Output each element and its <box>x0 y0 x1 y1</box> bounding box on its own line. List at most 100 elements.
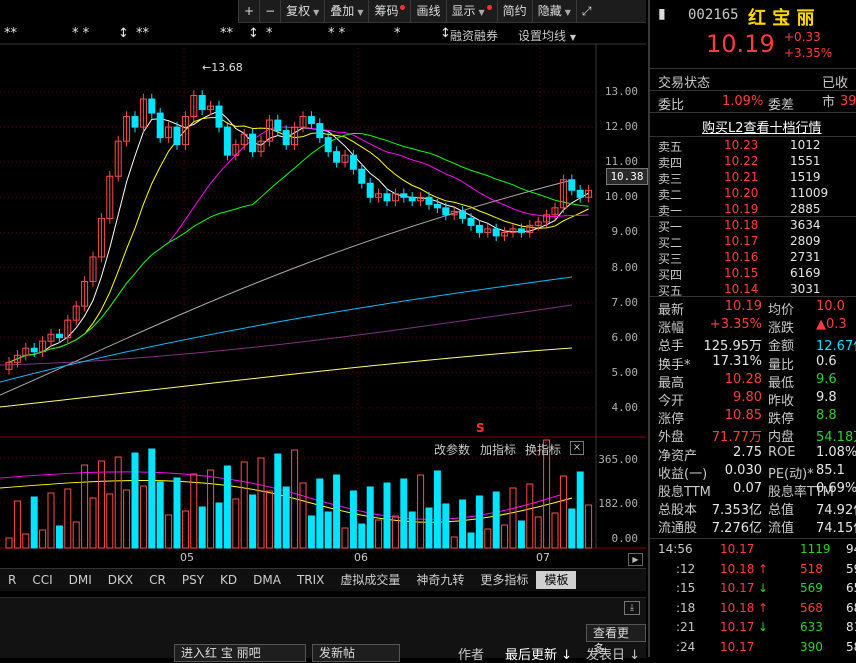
event-marker[interactable]: ** <box>136 26 149 41</box>
event-marker[interactable]: ** <box>4 26 17 41</box>
stats-row: 收益(一) 0.030 PE(动)* 85.1 <box>658 462 856 482</box>
tick-time: 14:56 <box>658 542 693 556</box>
stats-row: 涨停 10.85 跌停 8.8 <box>658 408 856 427</box>
scroll-right-icon[interactable]: ▶ <box>628 553 643 566</box>
event-marker[interactable]: ↕ <box>248 26 259 41</box>
draw-line-button[interactable]: 画线 <box>410 0 445 22</box>
order-book-row[interactable]: 卖四 10.22 1551 <box>658 154 856 171</box>
tick-price: 10.18 <box>720 600 755 615</box>
price-axis-label: 6.00 <box>611 330 639 344</box>
stat-value: 10.28 <box>724 371 762 387</box>
last-update-column[interactable]: 最后更新 ↓ <box>505 644 572 663</box>
level-label: 买一 <box>658 220 683 234</box>
tick-time: :21 <box>676 620 696 634</box>
level-price: 10.15 <box>724 266 759 280</box>
order-book-row[interactable]: 买四 10.15 6169 <box>658 266 856 283</box>
event-marker[interactable]: * * <box>328 26 345 41</box>
stat-label: 总值 <box>768 503 795 519</box>
tick-volume: 568 <box>800 600 823 615</box>
indicator-tab[interactable]: 虚拟成交量 <box>332 569 408 591</box>
indicator-tab[interactable]: DMI <box>61 569 100 591</box>
collapse-icon[interactable]: ⤓ <box>624 601 640 615</box>
weibi-value: 1.09% <box>722 94 764 109</box>
stat-value: 10.19 <box>724 299 762 314</box>
stats-row: 涨幅 +3.35% 涨跌 ▲0.3 <box>658 317 856 336</box>
set-ma-button[interactable]: 设置均线 ▼ <box>518 27 576 44</box>
new-post-button[interactable]: 发新帖 <box>312 644 400 662</box>
indicator-tab[interactable]: CCI <box>24 569 60 591</box>
stat-value: 10.0 <box>816 299 845 314</box>
level-label: 卖三 <box>658 172 683 186</box>
event-marker[interactable]: * <box>266 26 273 41</box>
zoom-out-button[interactable]: − <box>259 0 280 22</box>
post-date-column[interactable]: 发表日 ↓ <box>586 644 640 663</box>
stat-value: 0.6 <box>816 353 837 369</box>
order-book-row[interactable]: 卖五 10.23 1012 <box>658 138 856 155</box>
indicator-tab[interactable]: CR <box>141 569 174 591</box>
buy-l2-link[interactable]: 购买L2查看十档行情 <box>702 117 822 136</box>
stat-label: 内盘 <box>768 430 795 446</box>
overlay-button[interactable]: 叠加 ▼ <box>324 0 368 22</box>
level-volume: 3031 <box>790 282 821 296</box>
menu-icon[interactable]: ▮ <box>658 6 666 22</box>
s-marker[interactable]: S <box>476 421 485 435</box>
order-book-row[interactable]: 卖二 10.20 11009 <box>658 186 856 203</box>
indicator-tab[interactable]: PSY <box>174 569 212 591</box>
stat-value: 7.276亿 <box>711 521 762 537</box>
kline-chart[interactable]: + − 复权 ▼ 叠加 ▼ 筹码 画线 显示 ▼ 简约 隐藏 ▼ ⤢ ** * * ↕ … <box>0 0 648 597</box>
stat-label: 最低 <box>768 375 795 391</box>
tick-count: 81 <box>846 620 856 634</box>
event-marker[interactable]: * * <box>72 26 89 41</box>
tick-count: 59 <box>846 561 856 576</box>
indicator-tab[interactable]: R <box>0 569 24 591</box>
red-dot-icon <box>486 5 492 10</box>
fuquan-button[interactable]: 复权 ▼ <box>280 0 324 22</box>
author-column[interactable]: 作者 <box>458 644 484 663</box>
level-volume: 11009 <box>790 186 829 200</box>
order-book-row[interactable]: 买一 10.18 3634 <box>658 218 856 235</box>
margin-trading-button[interactable]: 融资融券 <box>450 27 498 44</box>
edit-params-button[interactable]: 改参数 <box>434 441 470 458</box>
hide-button[interactable]: 隐藏 ▼ <box>531 0 576 22</box>
indicator-tab[interactable]: DMA <box>245 569 289 591</box>
stats-row: 净资产 2.75 ROE 1.08% <box>658 445 856 464</box>
indicator-tab[interactable]: 更多指标 <box>472 569 536 591</box>
order-book-row[interactable]: 买三 10.16 2731 <box>658 250 856 267</box>
stat-value: 7.353亿 <box>711 503 762 519</box>
stat-label: 总股本 <box>658 503 698 519</box>
indicator-tab[interactable]: TRIX <box>289 569 332 591</box>
tick-direction-icon: ↑ <box>758 561 769 576</box>
order-book-row[interactable]: 卖三 10.21 1519 <box>658 170 856 187</box>
order-book-row[interactable]: 买二 10.17 2809 <box>658 234 856 251</box>
tick-volume: 390 <box>800 639 823 654</box>
price-axis-label: 10.00 <box>604 190 638 204</box>
event-marker[interactable]: * <box>394 26 401 41</box>
chips-button[interactable]: 筹码 <box>368 0 410 22</box>
stat-value: 85.1 <box>816 462 845 478</box>
indicator-tab[interactable]: 神奇九转 <box>408 569 472 591</box>
stat-label: 净资产 <box>658 448 698 464</box>
fullscreen-icon[interactable]: ⤢ <box>575 0 599 22</box>
view-more-button[interactable]: 查看更多 <box>586 624 646 656</box>
stat-value: +3.35% <box>709 317 762 333</box>
indicator-tab[interactable]: 模板 <box>536 571 577 589</box>
change-indicator-button[interactable]: 换指标 <box>525 441 561 458</box>
indicator-tab[interactable]: KD <box>212 569 245 591</box>
price-change-pct: +3.35% <box>784 46 833 60</box>
stat-value: 74.92亿 <box>816 503 856 519</box>
display-button[interactable]: 显示 ▼ <box>445 0 497 22</box>
indicator-tab[interactable]: DKX <box>100 569 141 591</box>
zoom-in-button[interactable]: + <box>238 0 259 22</box>
close-icon[interactable]: × <box>570 441 584 455</box>
kline-plot[interactable] <box>0 0 646 597</box>
event-marker[interactable]: ↕ <box>118 26 129 41</box>
simple-button[interactable]: 简约 <box>496 0 532 22</box>
add-indicator-button[interactable]: 加指标 <box>480 441 516 458</box>
stat-value: 54.18万 <box>816 430 856 446</box>
level-price: 10.17 <box>724 234 759 248</box>
stats-row: 今开 9.80 昨收 9.8 <box>658 390 856 409</box>
tick-row: :12 10.18↑ 518 59 <box>658 562 856 579</box>
caret-down-icon: ▼ <box>313 8 320 17</box>
event-marker[interactable]: ** <box>220 26 233 41</box>
enter-forum-button[interactable]: 进入红 宝 丽吧 <box>174 644 306 662</box>
